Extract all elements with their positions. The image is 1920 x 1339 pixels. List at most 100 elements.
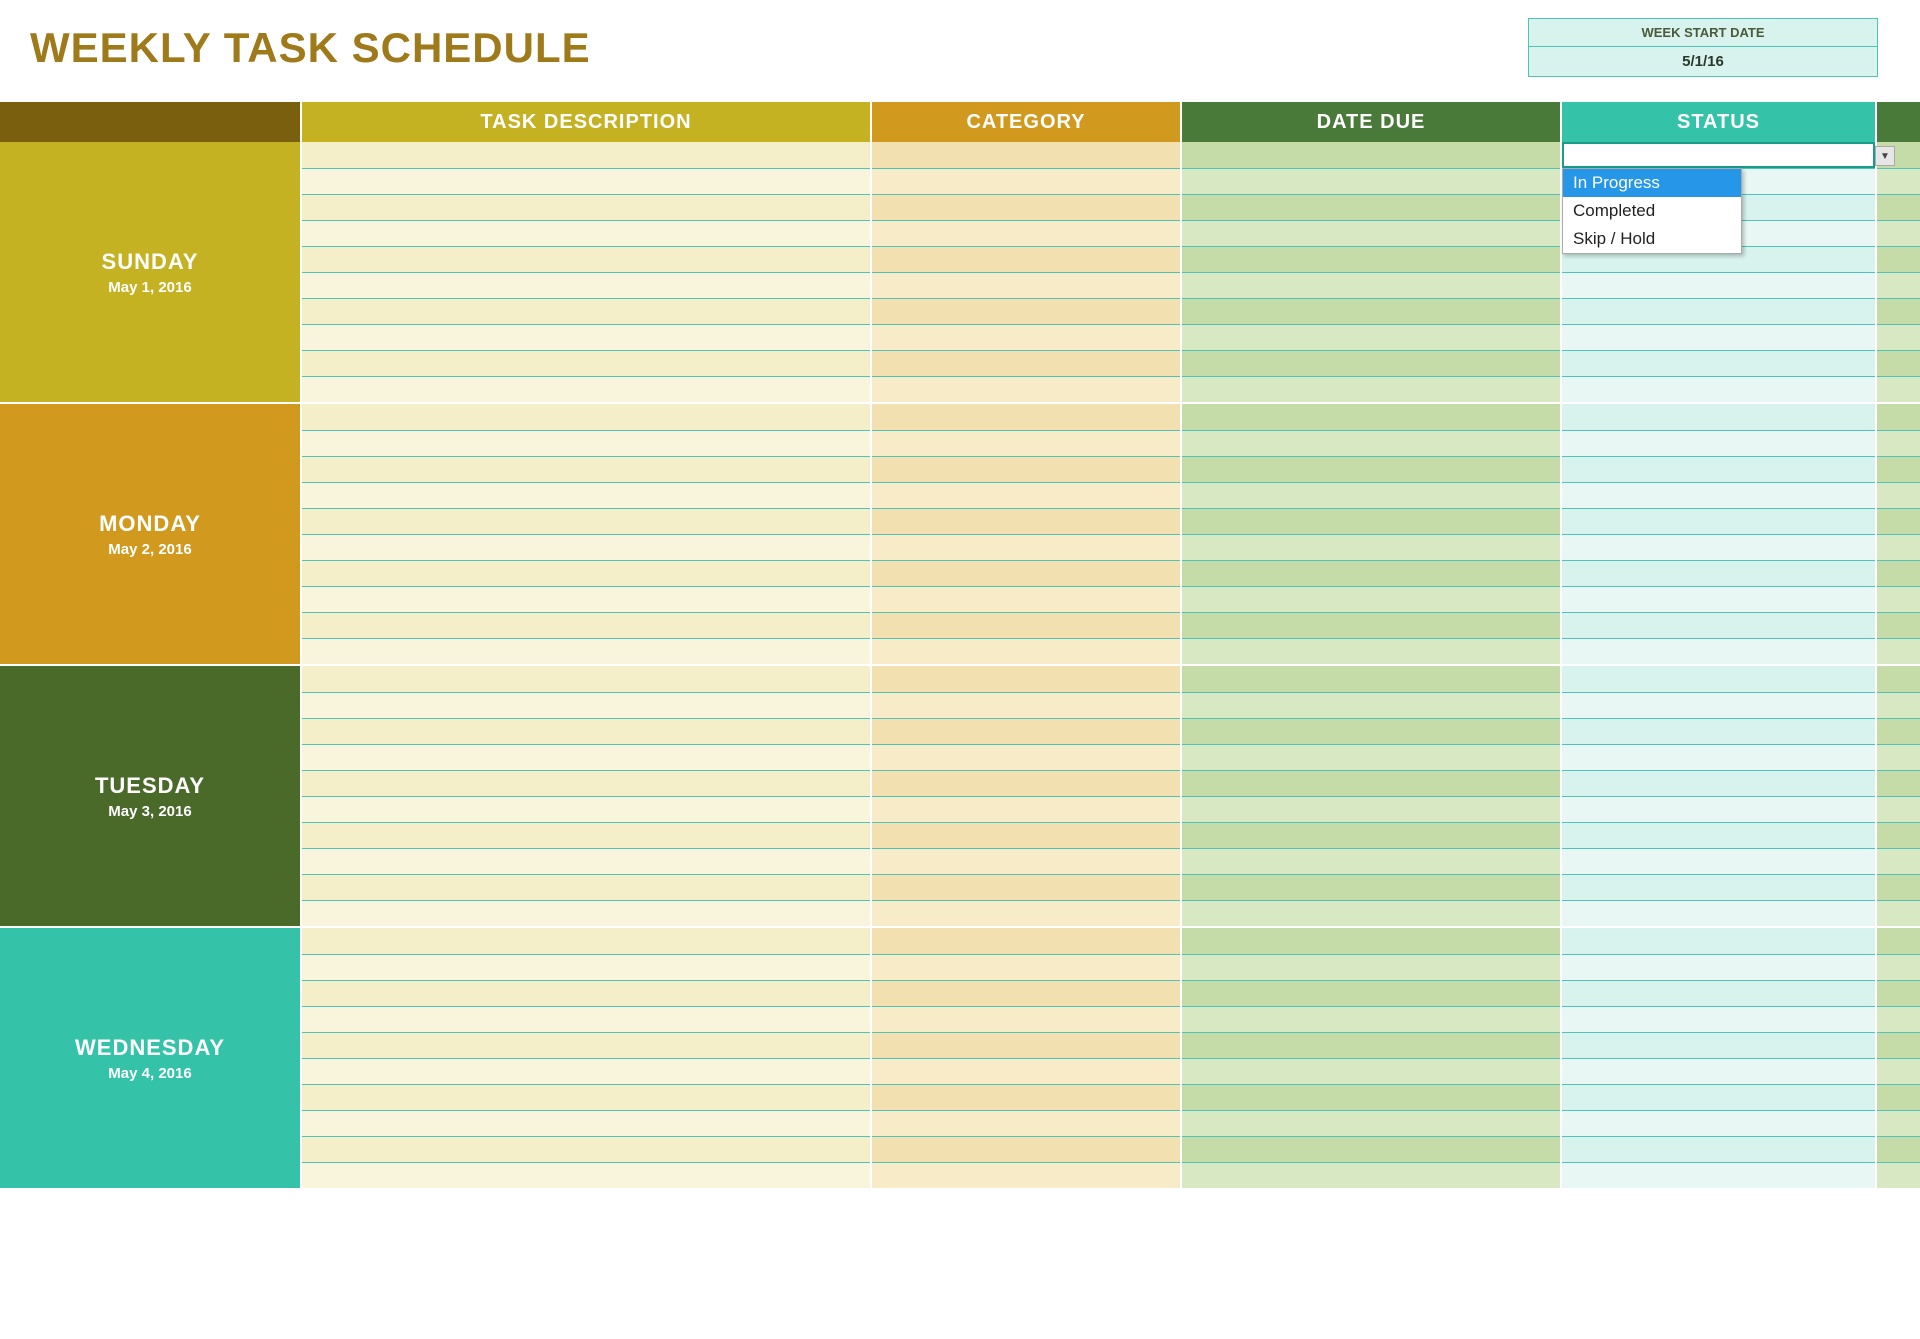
data-cell[interactable] (1562, 718, 1875, 744)
data-cell[interactable] (872, 796, 1180, 822)
data-cell[interactable] (1182, 404, 1560, 430)
data-cell[interactable] (1182, 142, 1560, 168)
data-cell[interactable] (872, 298, 1180, 324)
data-cell[interactable] (872, 1084, 1180, 1110)
data-cell[interactable] (302, 612, 870, 638)
data-cell[interactable] (302, 324, 870, 350)
data-cell[interactable] (1182, 822, 1560, 848)
data-cell[interactable] (1182, 298, 1560, 324)
data-cell[interactable] (1182, 848, 1560, 874)
data-cell[interactable] (1182, 430, 1560, 456)
data-cell[interactable] (872, 350, 1180, 376)
data-cell[interactable] (1562, 638, 1875, 664)
data-cell[interactable] (872, 954, 1180, 980)
data-cell[interactable] (1562, 874, 1875, 900)
data-cell[interactable] (872, 272, 1180, 298)
data-cell[interactable] (1182, 586, 1560, 612)
data-cell[interactable] (1562, 1032, 1875, 1058)
data-cell[interactable] (1562, 770, 1875, 796)
data-cell[interactable] (302, 718, 870, 744)
data-cell[interactable] (872, 430, 1180, 456)
data-cell[interactable] (872, 744, 1180, 770)
data-cell[interactable] (1877, 1032, 1920, 1058)
data-cell[interactable] (302, 1032, 870, 1058)
data-cell[interactable] (1182, 638, 1560, 664)
data-cell[interactable] (1182, 1032, 1560, 1058)
data-cell[interactable] (872, 508, 1180, 534)
data-cell[interactable] (872, 1058, 1180, 1084)
data-cell[interactable] (872, 666, 1180, 692)
data-cell[interactable] (1562, 324, 1875, 350)
data-cell[interactable]: ▼In ProgressCompletedSkip / Hold (1562, 142, 1875, 168)
data-cell[interactable] (1182, 612, 1560, 638)
data-cell[interactable] (1877, 718, 1920, 744)
data-cell[interactable] (1562, 612, 1875, 638)
data-cell[interactable] (1877, 900, 1920, 926)
data-cell[interactable] (872, 194, 1180, 220)
data-cell[interactable] (302, 1162, 870, 1188)
data-cell[interactable] (872, 822, 1180, 848)
data-cell[interactable] (872, 456, 1180, 482)
data-cell[interactable] (1182, 1006, 1560, 1032)
data-cell[interactable] (302, 220, 870, 246)
data-cell[interactable] (302, 848, 870, 874)
data-cell[interactable] (1182, 1084, 1560, 1110)
data-cell[interactable] (1562, 560, 1875, 586)
data-cell[interactable] (1562, 744, 1875, 770)
dropdown-option[interactable]: In Progress (1563, 169, 1741, 197)
data-cell[interactable] (1182, 874, 1560, 900)
data-cell[interactable] (1182, 666, 1560, 692)
data-cell[interactable] (1562, 692, 1875, 718)
data-cell[interactable] (1877, 796, 1920, 822)
data-cell[interactable] (1877, 194, 1920, 220)
data-cell[interactable] (302, 692, 870, 718)
data-cell[interactable] (1562, 350, 1875, 376)
data-cell[interactable] (1182, 456, 1560, 482)
data-cell[interactable] (1562, 376, 1875, 402)
data-cell[interactable] (872, 874, 1180, 900)
status-selected-cell[interactable]: ▼ (1562, 142, 1875, 168)
data-cell[interactable] (1877, 770, 1920, 796)
data-cell[interactable] (1562, 482, 1875, 508)
data-cell[interactable] (302, 376, 870, 402)
data-cell[interactable] (1877, 822, 1920, 848)
data-cell[interactable] (1562, 430, 1875, 456)
data-cell[interactable] (1877, 298, 1920, 324)
data-cell[interactable] (302, 1136, 870, 1162)
data-cell[interactable] (1182, 954, 1560, 980)
data-cell[interactable] (1182, 194, 1560, 220)
data-cell[interactable] (1182, 692, 1560, 718)
data-cell[interactable] (302, 980, 870, 1006)
data-cell[interactable] (302, 350, 870, 376)
data-cell[interactable] (1877, 1084, 1920, 1110)
data-cell[interactable] (1562, 456, 1875, 482)
data-cell[interactable] (872, 1162, 1180, 1188)
data-cell[interactable] (1877, 272, 1920, 298)
data-cell[interactable] (1562, 822, 1875, 848)
data-cell[interactable] (1182, 744, 1560, 770)
data-cell[interactable] (1182, 482, 1560, 508)
data-cell[interactable] (1182, 796, 1560, 822)
data-cell[interactable] (302, 246, 870, 272)
data-cell[interactable] (302, 168, 870, 194)
data-cell[interactable] (1562, 298, 1875, 324)
data-cell[interactable] (872, 404, 1180, 430)
data-cell[interactable] (1562, 954, 1875, 980)
data-cell[interactable] (872, 220, 1180, 246)
data-cell[interactable] (1877, 954, 1920, 980)
data-cell[interactable] (1877, 350, 1920, 376)
data-cell[interactable] (302, 1110, 870, 1136)
data-cell[interactable] (1562, 586, 1875, 612)
data-cell[interactable] (872, 1136, 1180, 1162)
data-cell[interactable] (1182, 1058, 1560, 1084)
data-cell[interactable] (1877, 1162, 1920, 1188)
data-cell[interactable] (872, 376, 1180, 402)
data-cell[interactable] (302, 666, 870, 692)
data-cell[interactable] (302, 298, 870, 324)
data-cell[interactable] (1877, 1006, 1920, 1032)
data-cell[interactable] (872, 1032, 1180, 1058)
data-cell[interactable] (302, 482, 870, 508)
data-cell[interactable] (302, 1006, 870, 1032)
data-cell[interactable] (302, 508, 870, 534)
data-cell[interactable] (1562, 1162, 1875, 1188)
